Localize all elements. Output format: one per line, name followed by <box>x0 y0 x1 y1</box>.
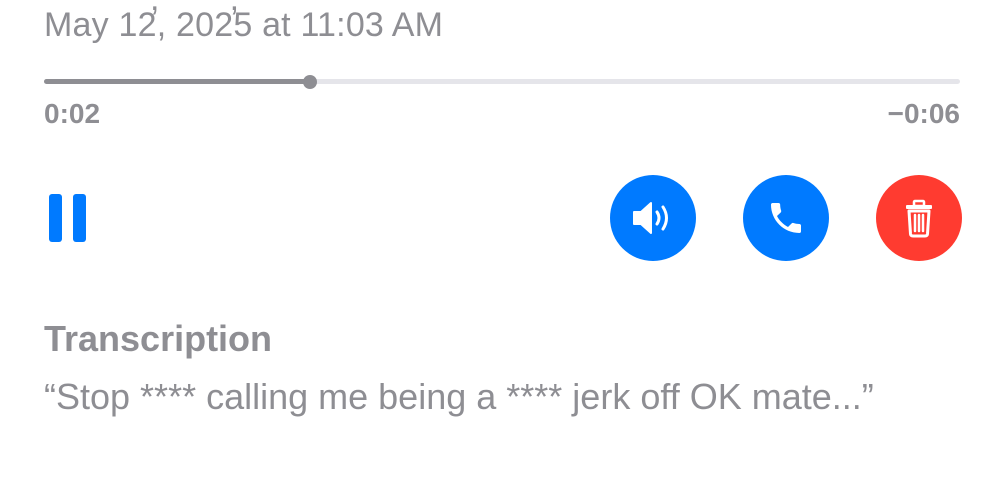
call-back-button[interactable] <box>743 175 829 261</box>
scrubber-progress <box>44 79 310 84</box>
elapsed-time: 0:02 <box>44 98 101 129</box>
transcription-heading: Transcription <box>44 318 273 359</box>
trash-icon <box>906 199 932 238</box>
pause-icon <box>49 194 62 242</box>
scrubber-thumb[interactable] <box>302 75 317 89</box>
transcription-text: “Stop **** calling me being a **** jerk … <box>44 376 874 417</box>
remaining-time: −0:06 <box>887 98 960 129</box>
speaker-icon <box>633 202 668 234</box>
phone-icon <box>771 203 801 233</box>
playback-scrubber[interactable] <box>44 72 960 92</box>
speaker-button[interactable] <box>610 175 696 261</box>
pause-button[interactable] <box>48 194 88 242</box>
delete-button[interactable] <box>876 175 962 261</box>
voicemail-timestamp: May 12, 2025 at 11:03 AM <box>44 6 444 44</box>
